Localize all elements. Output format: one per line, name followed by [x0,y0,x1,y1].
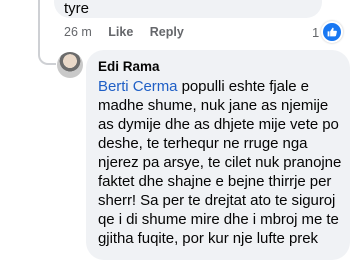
reaction-summary[interactable]: 1 [312,21,344,43]
reaction-count: 1 [312,24,320,40]
reply-author[interactable]: Edi Rama [98,59,160,74]
reply-text: Berti Cerma populli eshte fjale e madhe … [98,77,342,248]
comment-timestamp[interactable]: 26 m [64,25,92,39]
mention-link[interactable]: Berti Cerma [98,78,178,95]
previous-comment-actions: 26 m Like Reply [64,25,197,39]
thread-connector-vertical [38,0,40,47]
thread-connector [38,47,56,65]
reply-button[interactable]: Reply [150,25,184,39]
reply-body: populli eshte fjale e madhe shume, nuk j… [98,78,342,247]
previous-comment-text: tyre [64,0,90,17]
like-thumb-icon [321,21,344,43]
avatar[interactable] [57,52,83,78]
previous-comment-bubble [54,0,322,18]
like-button[interactable]: Like [108,25,133,39]
